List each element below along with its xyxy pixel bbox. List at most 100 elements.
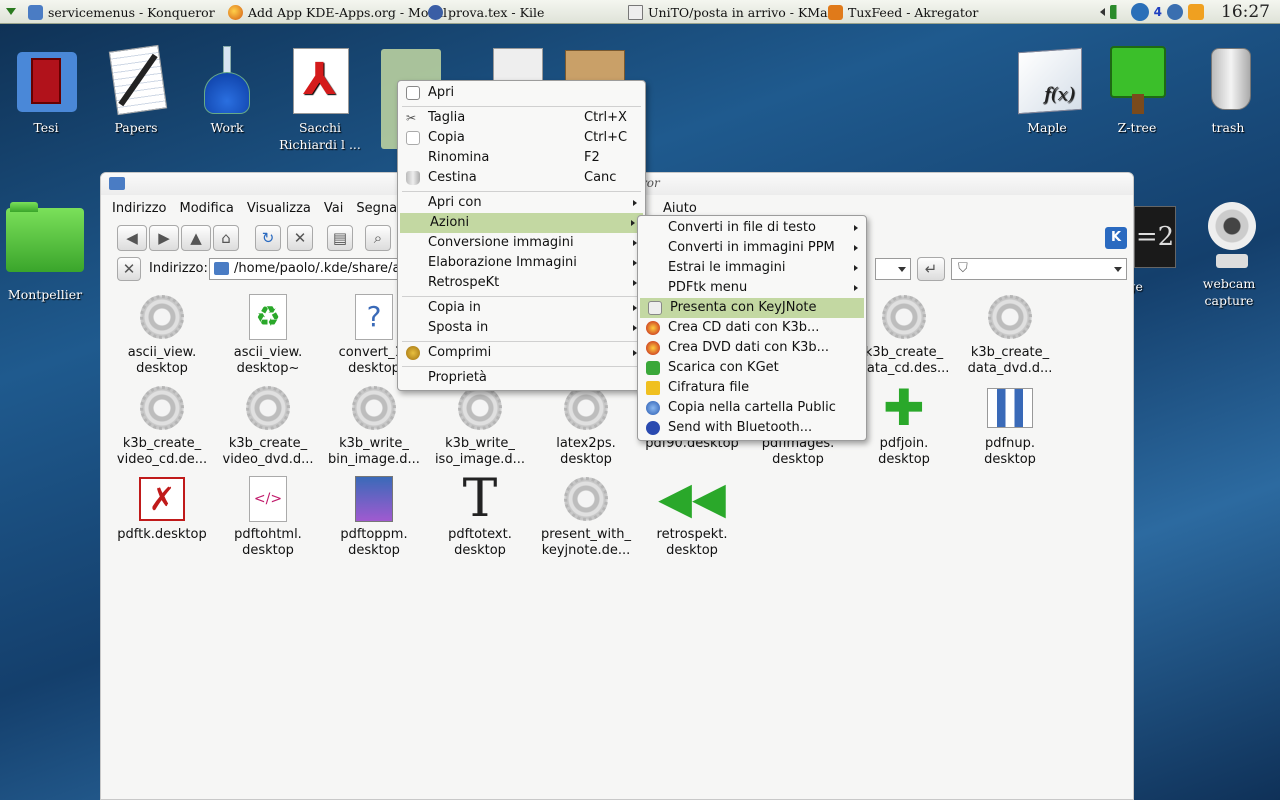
address-dropdown[interactable] [875, 258, 911, 280]
zoom-button[interactable]: ⌕ [365, 225, 391, 251]
trash-icon [406, 171, 420, 185]
file-item[interactable]: present_with_ keyjnote.de... [533, 475, 639, 559]
clear-address-button[interactable]: ✕ [117, 257, 141, 281]
forward-arrow-icon: ▶ [158, 229, 170, 247]
desktop-icon-montpellier[interactable]: Montpellier [0, 200, 90, 303]
submenu-item-kget[interactable]: Scarica con KGet [638, 358, 866, 378]
stop-button[interactable]: ✕ [287, 225, 313, 251]
archive-icon [406, 346, 420, 360]
file-item[interactable]: ascii_view. desktop [109, 293, 215, 377]
akregator-icon [828, 4, 843, 20]
menu-vai[interactable]: Vai [324, 201, 343, 216]
file-item[interactable]: ✗ pdftk.desktop [109, 475, 215, 543]
menu-aiuto[interactable]: Aiuto [663, 201, 697, 216]
menu-item-copia-in[interactable]: Copia in [398, 298, 645, 318]
menu-item-cestina[interactable]: Cestina Canc [398, 168, 645, 188]
menu-modifica[interactable]: Modifica [180, 201, 234, 216]
task-konqueror[interactable]: servicemenus - Konqueror [28, 0, 215, 24]
print-button[interactable]: ▤ [327, 225, 353, 251]
desktop-icon-ztree[interactable]: Z-tree [1092, 44, 1182, 136]
up-button[interactable]: ▲ [181, 225, 211, 251]
back-button[interactable]: ◀ [117, 225, 147, 251]
menu-item-sposta-in[interactable]: Sposta in [398, 318, 645, 338]
file-label: latex2ps. desktop [556, 436, 616, 467]
gear-icon [562, 475, 610, 523]
menu-item-apri-con[interactable]: Apri con [398, 193, 645, 213]
forward-button[interactable]: ▶ [149, 225, 179, 251]
menu-item-taglia[interactable]: ✂ Taglia Ctrl+X [398, 108, 645, 128]
submenu-item-copia-public[interactable]: Copia nella cartella Public [638, 398, 866, 418]
file-item[interactable]: k3b_write_ iso_image.d... [427, 384, 533, 468]
feed-tray-icon[interactable] [1188, 4, 1204, 20]
menu-item-azioni[interactable]: Azioni [400, 213, 643, 233]
file-item[interactable]: ◀◀ retrospekt. desktop [639, 475, 745, 559]
go-button[interactable]: ↵ [917, 257, 945, 281]
menu-item-copia[interactable]: Copia Ctrl+C [398, 128, 645, 148]
file-item[interactable]: pdftoppm. desktop [321, 475, 427, 559]
projector-icon[interactable] [493, 48, 543, 82]
menu-item-rinomina[interactable]: Rinomina F2 [398, 148, 645, 168]
submenu-item-cifratura[interactable]: Cifratura file [638, 378, 866, 398]
submenu-item-k3b-dvd[interactable]: Crea DVD dati con K3b... [638, 338, 866, 358]
file-item[interactable]: ♻ ascii_view. desktop~ [215, 293, 321, 377]
rewind-icon: ◀◀ [658, 473, 726, 524]
gear-icon [244, 384, 292, 432]
task-akregator[interactable]: TuxFeed - Akregator [828, 0, 978, 24]
submenu-item-converti-testo[interactable]: Converti in file di testo [638, 218, 866, 238]
submenu-item-estrai-immagini[interactable]: Estrai le immagini [638, 258, 866, 278]
tray-badge[interactable]: 4 [1154, 5, 1162, 19]
desktop-icon-tesi[interactable]: Tesi [1, 44, 91, 136]
kde-tray-icon[interactable] [1167, 4, 1183, 20]
menu-item-conversione-immagini[interactable]: Conversione immagini [398, 233, 645, 253]
desktop-icon-maple[interactable]: f(x) Maple [1002, 44, 1092, 136]
menu-item-elaborazione-immagini[interactable]: Elaborazione Immagini [398, 253, 645, 273]
image-icon[interactable]: =2 [1134, 206, 1176, 268]
menu-visualizza[interactable]: Visualizza [247, 201, 311, 216]
reload-icon: ↻ [261, 229, 275, 247]
taskbar: servicemenus - Konqueror Add App KDE-App… [0, 0, 1280, 24]
kmenu-arrow-icon[interactable] [4, 0, 18, 24]
kde-logo-icon[interactable]: K [1105, 227, 1127, 249]
file-item[interactable]: latex2ps. desktop [533, 384, 639, 468]
file-item[interactable]: k3b_create_ video_cd.de... [109, 384, 215, 468]
desktop-icon-sacchi[interactable]: ⅄ Sacchi Richiardi l ... [275, 44, 365, 153]
menu-item-proprieta[interactable]: Proprietà [398, 368, 645, 388]
back-arrow-icon: ◀ [126, 229, 138, 247]
clock[interactable]: 16:27 [1221, 2, 1270, 22]
submenu-item-converti-ppm[interactable]: Converti in immagini PPM [638, 238, 866, 258]
menu-segnalibri[interactable]: Segnal [356, 201, 400, 216]
submenu-item-keyjnote[interactable]: Presenta con KeyJNote [640, 298, 864, 318]
printer-icon: ▤ [332, 229, 348, 247]
tray-expand-icon[interactable] [1099, 8, 1105, 16]
file-item[interactable]: pdfnup. desktop [957, 384, 1063, 468]
network-icon[interactable] [1130, 3, 1149, 21]
desktop-icon-trash[interactable]: trash [1183, 44, 1273, 136]
task-mozilla[interactable]: Add App KDE-Apps.org - Mozill [228, 0, 447, 24]
submenu-item-pdftk-menu[interactable]: PDFtk menu [638, 278, 866, 298]
file-item[interactable]: k3b_create_ data_dvd.d... [957, 293, 1063, 377]
kile-icon [428, 4, 443, 20]
reload-button[interactable]: ↻ [255, 225, 281, 251]
file-item[interactable]: k3b_write_ bin_image.d... [321, 384, 427, 468]
menu-item-comprimi[interactable]: Comprimi [398, 343, 645, 363]
file-item[interactable]: Tpdftotext. desktop [427, 473, 533, 559]
volume-icon[interactable] [1109, 5, 1126, 19]
file-item[interactable]: k3b_create_ video_dvd.d... [215, 384, 321, 468]
task-kmail[interactable]: UniTO/posta in arrivo - KMail [628, 0, 836, 24]
home-button[interactable]: ⌂ [213, 225, 239, 251]
desktop-icon-webcam[interactable]: webcam capture [1184, 200, 1274, 309]
submenu-item-k3b-cd[interactable]: Crea CD dati con K3b... [638, 318, 866, 338]
menu-item-label: Apri [428, 85, 455, 100]
menu-item-label: Converti in file di testo [668, 220, 816, 235]
address-value: /home/paolo/.kde/share/a [234, 261, 401, 276]
package-icon[interactable] [565, 50, 625, 82]
menu-item-apri[interactable]: Apri [398, 83, 645, 103]
menu-item-retrospekt[interactable]: RetrospeKt [398, 273, 645, 293]
task-kile[interactable]: prova.tex - Kile [428, 0, 544, 24]
desktop-icon-papers[interactable]: Papers [91, 44, 181, 136]
submenu-item-bluetooth[interactable]: Send with Bluetooth... [638, 418, 866, 438]
filter-input[interactable]: ⛉ [951, 258, 1127, 280]
desktop-icon-work[interactable]: Work [182, 44, 272, 136]
file-item[interactable]: </> pdftohtml. desktop [215, 475, 321, 559]
menu-indirizzo[interactable]: Indirizzo [112, 201, 167, 216]
